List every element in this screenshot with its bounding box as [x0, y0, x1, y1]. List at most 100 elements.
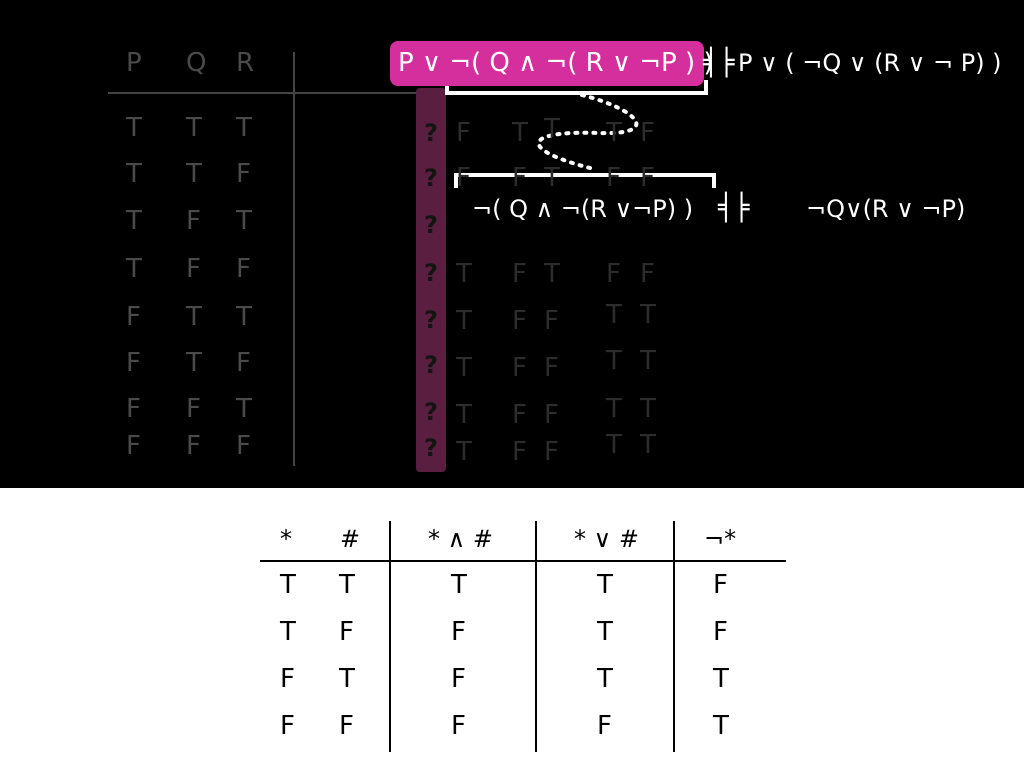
dim-cell: T	[236, 113, 252, 143]
header-q: Q	[186, 48, 207, 78]
table-cell: F	[280, 711, 295, 741]
faint-cell: T	[640, 300, 656, 330]
faint-cell: T	[640, 430, 656, 460]
faint-cell: F	[640, 259, 655, 289]
faint-cell: F	[544, 437, 559, 467]
table-header: #	[340, 525, 361, 553]
faint-cell: F	[512, 437, 527, 467]
table-cell: F	[597, 711, 612, 741]
dim-cell: F	[126, 431, 141, 461]
dim-cell: F	[186, 431, 201, 461]
faint-cell: T	[544, 259, 560, 289]
question-mark: ?	[424, 259, 438, 287]
dim-cell: F	[186, 254, 201, 284]
faint-cell: F	[640, 118, 655, 148]
dim-cell: F	[236, 348, 251, 378]
faint-cell: F	[512, 400, 527, 430]
dim-cell: T	[236, 302, 252, 332]
question-mark: ?	[424, 351, 438, 379]
table-cell: T	[597, 664, 613, 694]
faint-cell: T	[512, 118, 528, 148]
faint-cell: T	[640, 394, 656, 424]
faint-cell: T	[606, 300, 622, 330]
question-mark: ?	[424, 119, 438, 147]
question-mark: ?	[424, 211, 438, 239]
dim-cell: F	[126, 348, 141, 378]
dim-cell: F	[236, 254, 251, 284]
dim-cell: T	[126, 113, 142, 143]
table-header: ¬*	[704, 525, 737, 553]
faint-cell: F	[544, 306, 559, 336]
faint-cell: F	[456, 118, 471, 148]
header-r: R	[236, 48, 255, 78]
table-cell: T	[713, 711, 729, 741]
table-cell: T	[713, 664, 729, 694]
dim-cell: T	[186, 348, 202, 378]
faint-cell: F	[512, 259, 527, 289]
faint-cell: F	[544, 353, 559, 383]
dim-cell: F	[126, 302, 141, 332]
table-cell: F	[339, 711, 354, 741]
table-cell: T	[339, 664, 355, 694]
table-header: *	[280, 525, 292, 553]
dim-cell: T	[126, 206, 142, 236]
table-header: * ∧ #	[428, 525, 493, 553]
table-cell: T	[280, 617, 296, 647]
table-cell: F	[713, 570, 728, 600]
dim-cell: T	[126, 254, 142, 284]
question-mark: ?	[424, 306, 438, 334]
dim-cell: T	[236, 206, 252, 236]
table-cell: T	[280, 570, 296, 600]
table-cell: T	[451, 570, 467, 600]
faint-cell: F	[544, 400, 559, 430]
faint-cell: T	[544, 114, 560, 144]
faint-cell: F	[512, 306, 527, 336]
table-cell: T	[597, 617, 613, 647]
sub-bracket	[454, 173, 716, 188]
faint-cell: F	[512, 163, 527, 193]
main-rhs-formula: P ∨ ( ¬Q ∨ (R ∨ ¬ P) )	[738, 49, 1002, 77]
table-cell: T	[339, 570, 355, 600]
equivalence-symbol: ╡╞	[703, 48, 735, 78]
table-cell: F	[451, 617, 466, 647]
table-cell: F	[280, 664, 295, 694]
table-cell: F	[339, 617, 354, 647]
faint-cell: T	[456, 353, 472, 383]
sub-equivalence-symbol: ╡╞	[718, 193, 750, 223]
header-p: P	[126, 48, 142, 78]
main-formula-highlight: P ∨ ¬( Q ∧ ¬( R ∨ ¬P ) )	[390, 41, 714, 86]
dim-cell: T	[236, 394, 252, 424]
dim-cell: F	[236, 159, 251, 189]
table-cell: F	[451, 664, 466, 694]
dim-cell: F	[236, 431, 251, 461]
faint-cell: T	[606, 346, 622, 376]
faint-cell: F	[640, 163, 655, 193]
table-header: * ∨ #	[574, 525, 639, 553]
table-cell: F	[713, 617, 728, 647]
sub-lhs-formula: ¬( Q ∧ ¬(R ∨¬P) )	[472, 195, 694, 223]
dim-cell: F	[126, 394, 141, 424]
table-cell: F	[451, 711, 466, 741]
question-mark: ?	[424, 398, 438, 426]
dim-cell: T	[126, 159, 142, 189]
dim-cell: T	[186, 302, 202, 332]
faint-cell: T	[456, 259, 472, 289]
dim-cell: T	[186, 113, 202, 143]
table-cell: T	[597, 570, 613, 600]
faint-cell: T	[456, 400, 472, 430]
faint-cell: T	[606, 394, 622, 424]
dim-cell: F	[186, 394, 201, 424]
faint-cell: F	[606, 163, 621, 193]
dim-cell: F	[186, 206, 201, 236]
faint-cell: F	[512, 353, 527, 383]
faint-cell: T	[640, 346, 656, 376]
question-mark: ?	[424, 164, 438, 192]
diagram-overlay	[108, 52, 786, 752]
slide: P Q R T T T T T F T F T T F F F T T F T …	[0, 0, 1024, 768]
faint-cell: F	[606, 259, 621, 289]
faint-cell: T	[606, 118, 622, 148]
dim-cell: T	[186, 159, 202, 189]
faint-cell: T	[456, 306, 472, 336]
question-mark: ?	[424, 434, 438, 462]
faint-cell: F	[456, 163, 471, 193]
